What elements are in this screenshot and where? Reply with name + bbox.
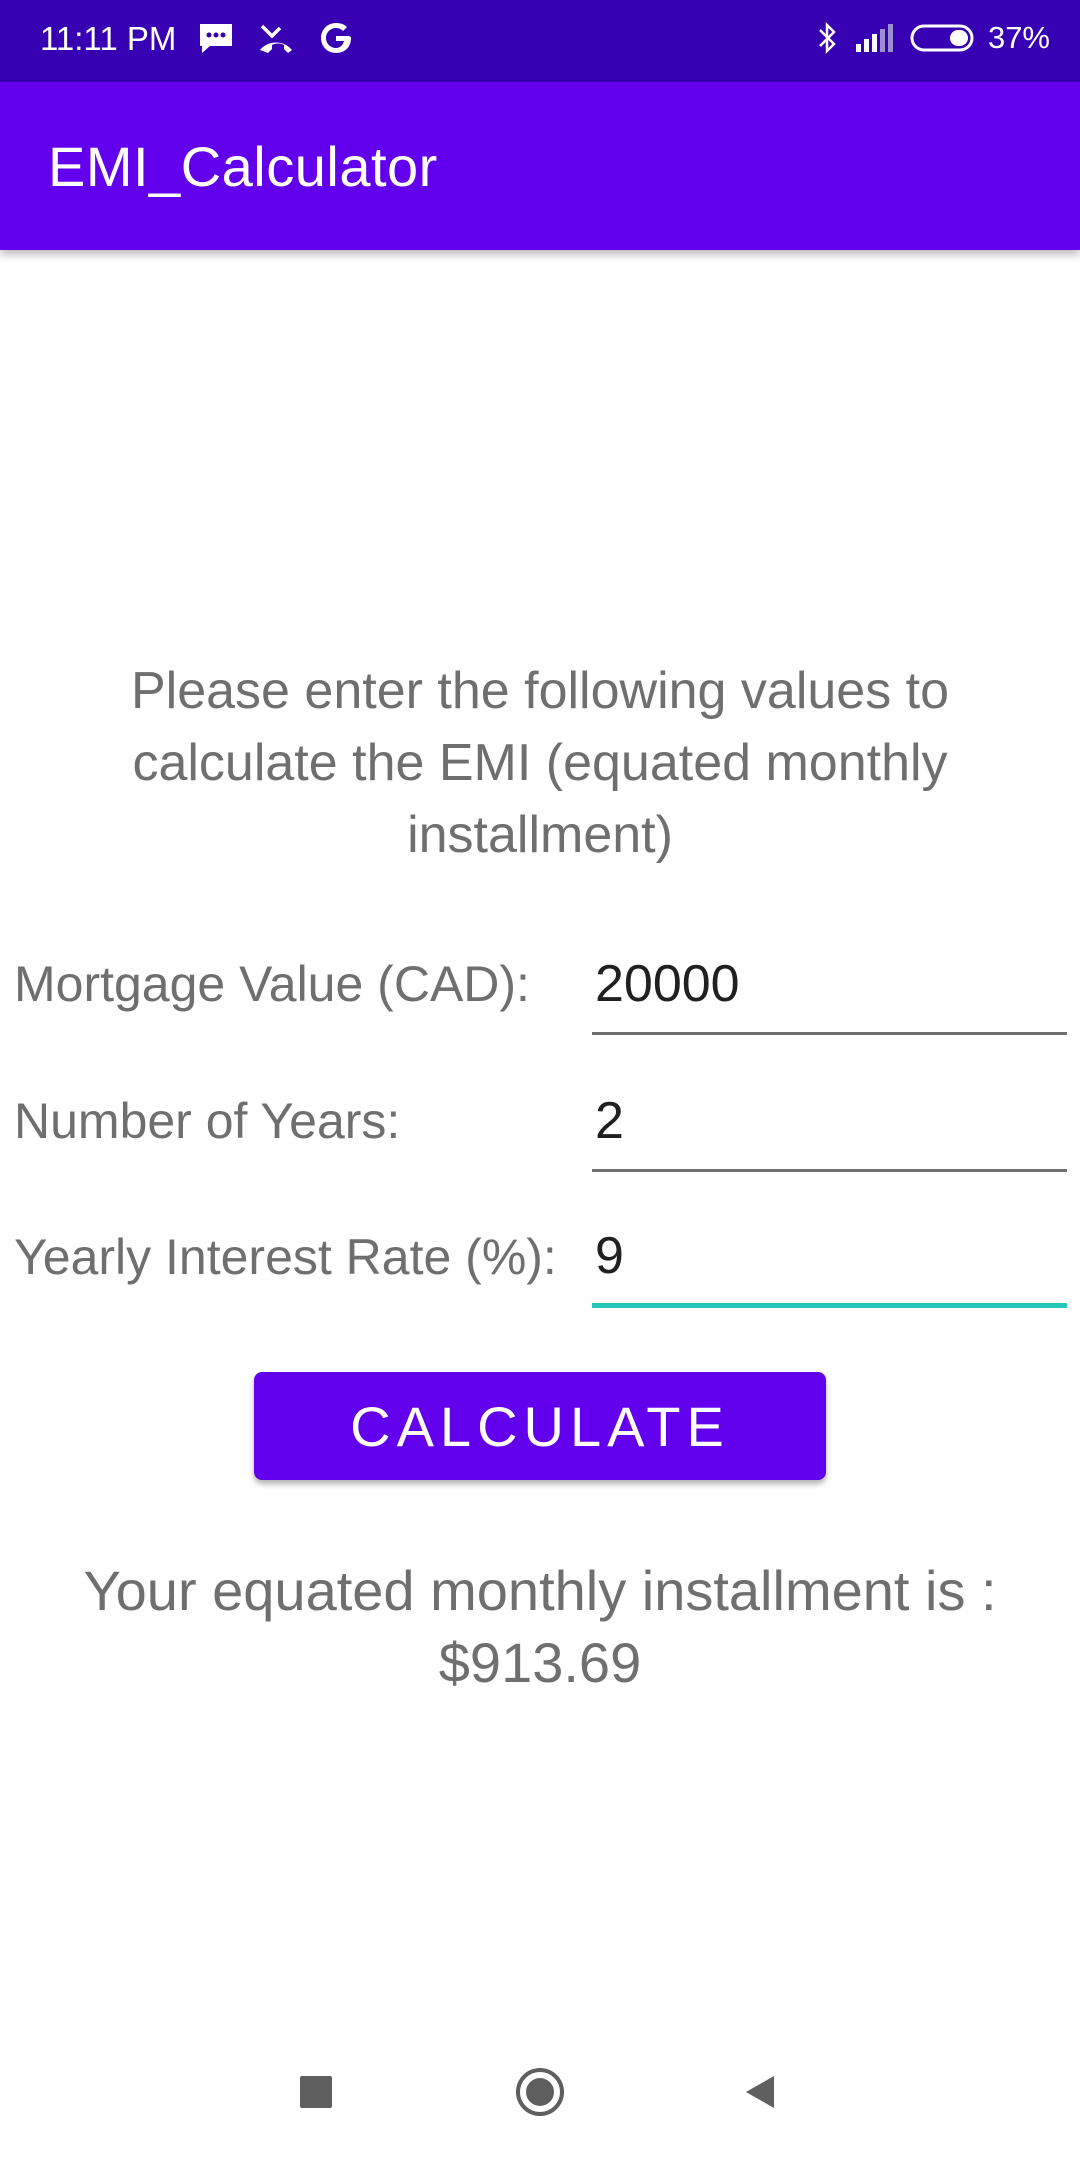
bluetooth-icon xyxy=(816,18,840,58)
years-label: Number of Years: xyxy=(14,1093,401,1149)
status-time: 11:11 PM xyxy=(40,20,177,57)
mortgage-label: Mortgage Value (CAD): xyxy=(14,956,530,1012)
google-icon xyxy=(316,18,356,58)
mortgage-row: Mortgage Value (CAD): xyxy=(0,935,1080,1045)
missed-call-icon xyxy=(256,18,296,58)
back-icon xyxy=(746,2076,774,2108)
result-value: $913.69 xyxy=(438,1631,642,1694)
status-bar: 11:11 PM 37% xyxy=(0,0,1080,82)
rate-row: Yearly Interest Rate (%): xyxy=(0,1208,1080,1318)
years-input[interactable] xyxy=(592,1072,1067,1172)
recents-icon xyxy=(300,2076,332,2108)
signal-icon xyxy=(854,18,896,58)
home-icon xyxy=(516,2068,564,2116)
years-row: Number of Years: xyxy=(0,1072,1080,1182)
navigation-bar xyxy=(0,2040,1080,2140)
home-button[interactable] xyxy=(510,2062,570,2122)
message-icon xyxy=(196,18,236,58)
mortgage-input[interactable] xyxy=(592,935,1067,1035)
instruction-text: Please enter the following values to cal… xyxy=(130,662,950,864)
recents-button[interactable] xyxy=(286,2062,346,2122)
rate-label: Yearly Interest Rate (%): xyxy=(14,1229,557,1285)
result-text: Your equated monthly installment is : $9… xyxy=(20,1555,1060,1699)
app-title: EMI_Calculator xyxy=(48,135,438,198)
back-button[interactable] xyxy=(730,2062,790,2122)
rate-input[interactable] xyxy=(592,1208,1067,1308)
calculate-button[interactable]: CALCULATE xyxy=(254,1372,826,1480)
result-label: Your equated monthly installment is : xyxy=(83,1559,997,1622)
battery-percent: 37% xyxy=(987,20,1050,55)
battery-icon xyxy=(910,18,974,58)
app-bar: EMI_Calculator xyxy=(0,82,1080,250)
